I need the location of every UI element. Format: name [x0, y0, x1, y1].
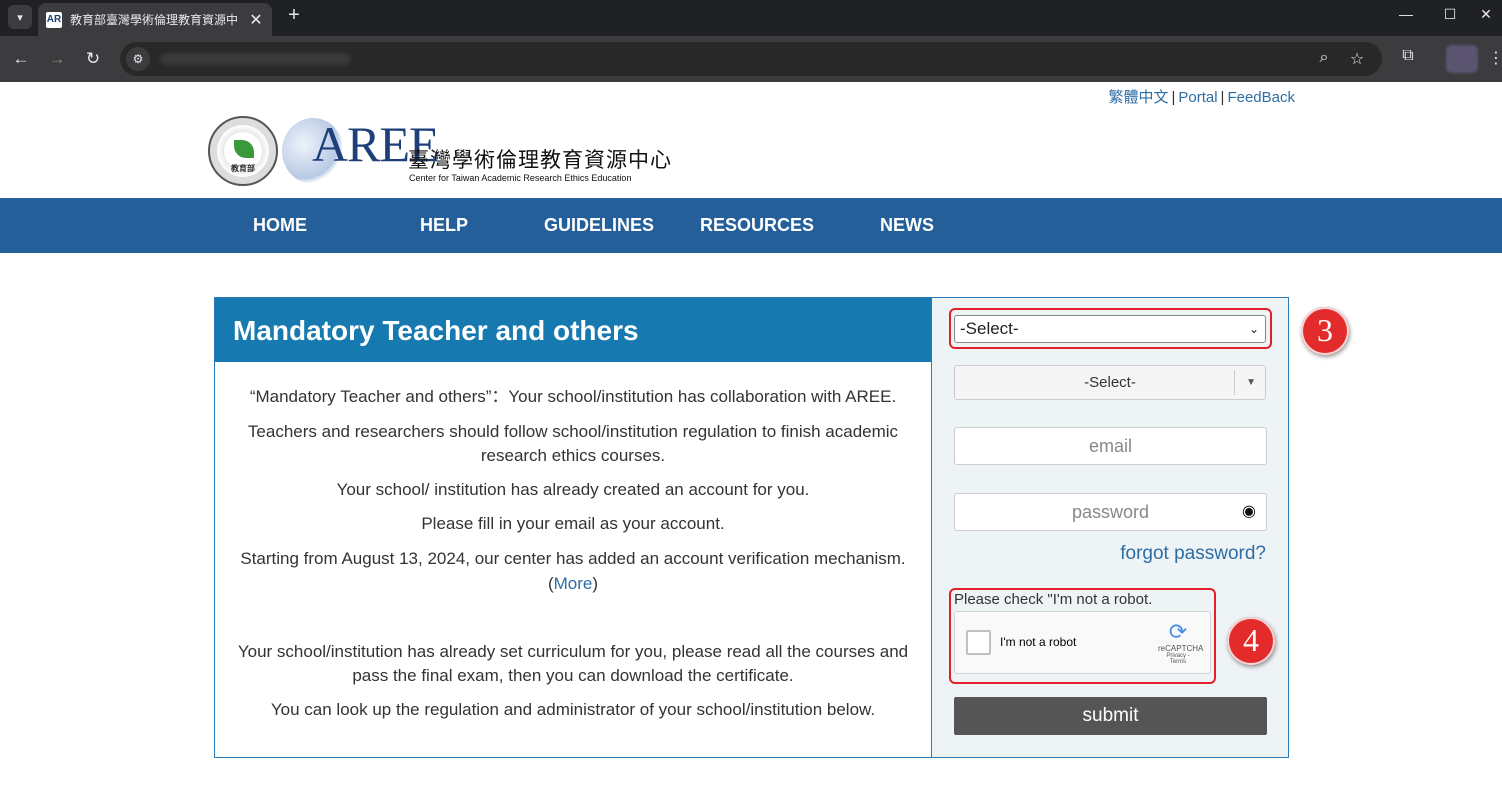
main-nav: HOME HELP GUIDELINES RESOURCES NEWS: [0, 198, 1502, 253]
eye-icon[interactable]: ◉: [1242, 494, 1256, 530]
chevron-down-icon: ⌄: [1248, 322, 1259, 336]
recaptcha-brand: reCAPTCHA: [1158, 644, 1204, 653]
select-divider: [1234, 370, 1235, 395]
feedback-link[interactable]: FeedBack: [1227, 89, 1295, 106]
more-link[interactable]: More: [554, 574, 593, 593]
lang-link[interactable]: 繁體中文: [1108, 89, 1168, 106]
browser-tab-bar: ▾ AR 教育部臺灣學術倫理教育資源中 ✕ + — ☐ ✕: [0, 0, 1502, 36]
top-links: 繁體中文 | Portal | FeedBack: [1108, 86, 1295, 107]
recaptcha-swirl-icon: ⟳: [1168, 619, 1188, 644]
nav-news[interactable]: NEWS: [880, 215, 934, 236]
login-form: -Select- ⌄ -Select- ▼ email password ◉ f…: [932, 298, 1288, 757]
maximize-icon[interactable]: ☐: [1438, 6, 1462, 23]
minimize-icon[interactable]: —: [1394, 6, 1418, 22]
institution-select[interactable]: -Select- ▼: [954, 365, 1266, 400]
link-separator: |: [1220, 89, 1225, 106]
portal-link[interactable]: Portal: [1178, 89, 1217, 106]
nav-resources[interactable]: RESOURCES: [700, 215, 814, 236]
link-separator: |: [1171, 89, 1176, 106]
site-info-icon[interactable]: ⚙: [126, 47, 150, 71]
caret-down-icon: ▼: [1246, 377, 1256, 388]
forgot-password-link[interactable]: forgot password?: [1120, 543, 1266, 565]
recaptcha-terms[interactable]: Privacy - Terms: [1158, 653, 1198, 665]
bookmark-star-icon[interactable]: ☆: [1347, 49, 1367, 69]
tab-close-icon[interactable]: ✕: [248, 10, 264, 30]
sprout-icon: [234, 140, 254, 158]
new-tab-button[interactable]: +: [282, 4, 306, 27]
favicon-icon: AR: [46, 11, 62, 28]
section-title: Mandatory Teacher and others: [233, 315, 639, 346]
nav-help[interactable]: HELP: [420, 215, 468, 236]
nav-home[interactable]: HOME: [253, 215, 307, 236]
select-value: -Select-: [1084, 374, 1136, 391]
info-paragraph: You can look up the regulation and admin…: [270, 700, 876, 719]
info-paragraph: “Mandatory Teacher and others”：Your scho…: [249, 387, 897, 406]
profile-avatar[interactable]: [1446, 45, 1478, 73]
select-value: -Select-: [960, 319, 1019, 338]
center-name-en: Center for Taiwan Academic Research Ethi…: [409, 173, 632, 183]
info-column: Mandatory Teacher and others “Mandatory …: [215, 298, 932, 757]
login-panel: Mandatory Teacher and others “Mandatory …: [214, 297, 1289, 758]
extensions-puzzle-icon[interactable]: ⧉: [1397, 47, 1419, 69]
forward-arrow-icon[interactable]: →: [46, 48, 68, 70]
reload-icon[interactable]: ↻: [82, 48, 104, 70]
nav-guidelines[interactable]: GUIDELINES: [544, 215, 654, 236]
section-header: Mandatory Teacher and others: [215, 298, 931, 362]
annotation-badge-3: 3: [1301, 307, 1349, 355]
password-placeholder: password: [1071, 502, 1150, 522]
moe-seal-text: 教育部: [231, 164, 255, 173]
recaptcha-logo: ⟳ reCAPTCHA Privacy - Terms: [1158, 619, 1204, 666]
info-paragraph: Your school/institution has already set …: [237, 642, 909, 685]
info-paragraph: Your school/ institution has already cre…: [336, 480, 810, 499]
address-bar[interactable]: ⚙ ⌕ ☆: [120, 42, 1382, 76]
window-close-icon[interactable]: ✕: [1474, 6, 1498, 23]
recaptcha-widget: I'm not a robot ⟳ reCAPTCHA Privacy - Te…: [954, 611, 1211, 674]
zoom-icon[interactable]: ⌕: [1314, 49, 1334, 67]
paren-close: ): [592, 574, 599, 593]
info-paragraph: Starting from August 13, 2024, our cente…: [240, 549, 906, 568]
email-placeholder: email: [1088, 436, 1132, 456]
submit-button[interactable]: submit: [954, 697, 1267, 735]
institution-type-select[interactable]: -Select- ⌄: [954, 315, 1266, 343]
url-text-redacted: [160, 53, 350, 65]
more-line: (More): [215, 572, 931, 596]
tab-title: 教育部臺灣學術倫理教育資源中: [70, 13, 239, 27]
back-arrow-icon[interactable]: ←: [10, 48, 32, 70]
recaptcha-label: I'm not a robot: [1000, 635, 1077, 649]
info-paragraph: Please fill in your email as your accoun…: [421, 514, 725, 533]
browser-tab-active[interactable]: AR 教育部臺灣學術倫理教育資源中 ✕: [38, 3, 272, 36]
recaptcha-checkbox[interactable]: [966, 630, 991, 655]
robot-prompt: Please check "I'm not a robot.: [954, 591, 1153, 608]
moe-seal-icon: 教育部: [208, 116, 278, 186]
info-paragraph: Teachers and researchers should follow s…: [247, 422, 899, 465]
email-field[interactable]: email: [954, 427, 1267, 465]
annotation-badge-4: 4: [1227, 617, 1275, 665]
browser-menu-icon[interactable]: ⋮: [1488, 48, 1502, 68]
password-field[interactable]: password ◉: [954, 493, 1267, 531]
tab-list-chevron-icon[interactable]: ▾: [8, 5, 32, 29]
browser-toolbar: ← → ↻ ⚙ ⌕ ☆ ⧉ ⋮: [0, 36, 1502, 82]
web-page: 繁體中文 | Portal | FeedBack 教育部 AREE 臺灣學術倫理教育資源…: [0, 82, 1502, 793]
center-name-cn: 臺灣學術倫理教育資源中心: [408, 149, 672, 172]
